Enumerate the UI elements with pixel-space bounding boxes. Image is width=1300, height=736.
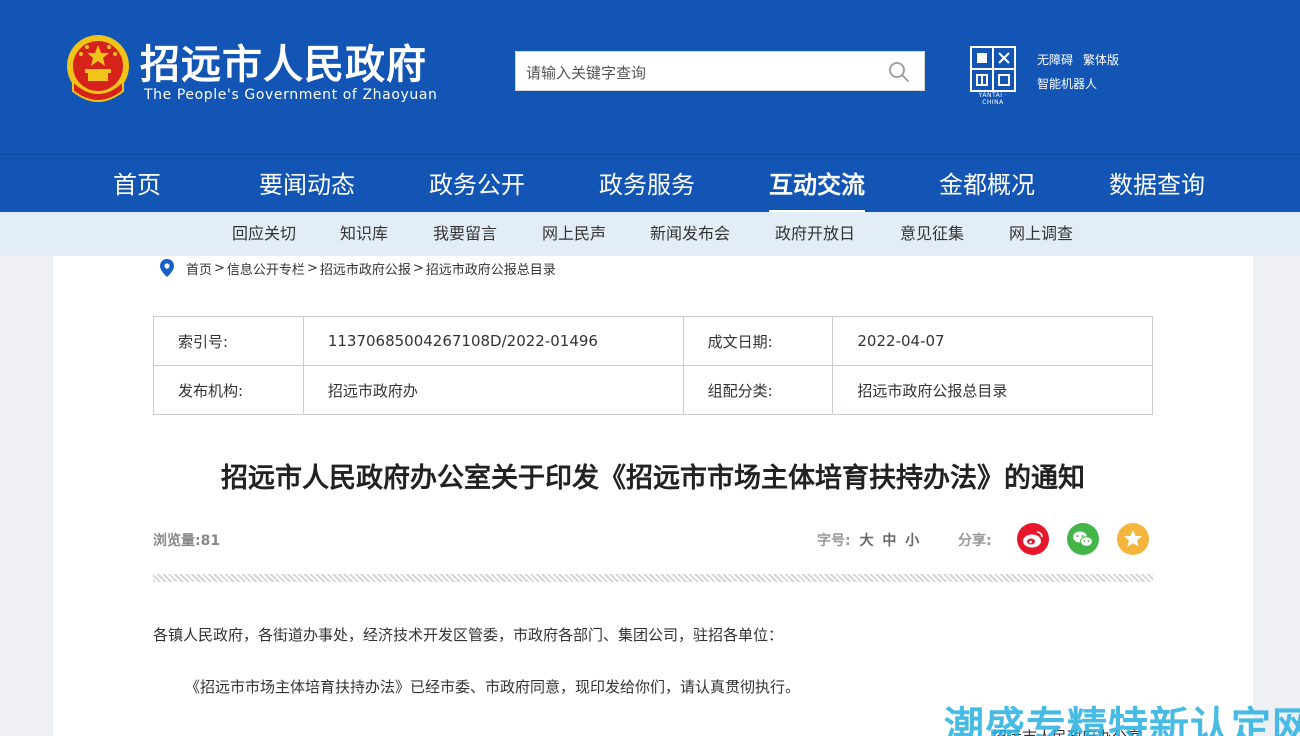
breadcrumb-separator: > (412, 260, 424, 276)
issue-date-value: 2022-04-07 (832, 316, 1153, 366)
font-size-control: 字号: 大 中 小 (817, 530, 919, 550)
header-tools: 无障碍 繁体版 智能机器人 (1037, 48, 1119, 94)
hatched-divider (153, 574, 1153, 582)
wechat-share-button[interactable] (1067, 523, 1099, 555)
nav-item-services[interactable]: 政务服务 (599, 155, 695, 213)
search-icon[interactable] (888, 61, 910, 83)
publisher-value: 招远市政府办 (302, 365, 684, 415)
index-number-value: 11370685004267108D/2022-01496 (302, 316, 684, 366)
site-header: 招远市人民政府 The People's Government of Zhaoy… (0, 0, 1300, 154)
nav-item-open-government[interactable]: 政务公开 (429, 155, 525, 213)
breadcrumb-separator: > (306, 260, 318, 276)
font-size-label: 字号: (817, 533, 851, 549)
subnav-item-responses[interactable]: 回应关切 (232, 212, 296, 256)
share-label: 分享: (958, 533, 992, 549)
subnav-item-open-day[interactable]: 政府开放日 (775, 212, 855, 256)
weibo-share-button[interactable] (1017, 523, 1049, 555)
site-subtitle: The People's Government of Zhaoyuan (144, 87, 438, 103)
nav-item-home[interactable]: 首页 (113, 155, 161, 213)
weibo-icon (1023, 531, 1043, 548)
city-logo-caption: YANTAI · CHINA (978, 92, 1008, 106)
view-count: 浏览量:81 (153, 533, 221, 549)
issue-date-label: 成文日期: (682, 316, 834, 366)
breadcrumb-separator: > (214, 260, 225, 276)
favorite-share-button[interactable] (1117, 523, 1149, 555)
breadcrumb: 首页 > 信息公开专栏 > 招远市政府公报 > 招远市政府公报总目录 (160, 258, 556, 278)
nav-item-news[interactable]: 要闻动态 (259, 155, 355, 213)
nav-item-data-query[interactable]: 数据查询 (1109, 155, 1205, 213)
search-box[interactable]: 请输入关键字查询 (515, 51, 925, 91)
article-info-bar: 浏览量:81 字号: 大 中 小 分享: (153, 522, 1153, 558)
wechat-icon (1073, 531, 1093, 547)
article-paragraph: 各镇人民政府，各街道办事处，经济技术开发区管委，市政府各部门、集团公司，驻招各单… (153, 626, 784, 644)
breadcrumb-home[interactable]: 首页 (186, 259, 212, 278)
publisher-label: 发布机构: (153, 365, 304, 415)
index-number-label: 索引号: (153, 316, 304, 366)
main-nav: 首页 要闻动态 政务公开 政务服务 互动交流 金都概况 数据查询 (0, 154, 1300, 213)
subnav-item-knowledge-base[interactable]: 知识库 (340, 212, 388, 256)
watermark-text: 潮盛专精特新认定网 (944, 704, 1300, 736)
font-size-medium[interactable]: 中 (882, 533, 896, 549)
yantai-china-logo-icon (970, 46, 1016, 92)
breadcrumb-gazette-index[interactable]: 招远市政府公报总目录 (426, 259, 556, 278)
search-input[interactable]: 请输入关键字查询 (526, 62, 646, 83)
location-pin-icon (160, 259, 174, 277)
site-title: 招远市人民政府 (140, 42, 427, 88)
article-paragraph: 《招远市市场主体培育扶持办法》已经市委、市政府同意，现印发给你们，请认真贯彻执行… (185, 678, 801, 696)
font-size-small[interactable]: 小 (905, 533, 919, 549)
subnav-item-leave-message[interactable]: 我要留言 (433, 212, 497, 256)
category-value: 招远市政府公报总目录 (832, 365, 1153, 415)
sub-nav: 回应关切 知识库 我要留言 网上民声 新闻发布会 政府开放日 意见征集 网上调查 (0, 212, 1300, 256)
national-emblem-icon (67, 35, 129, 102)
traditional-chinese-link[interactable]: 繁体版 (1083, 51, 1119, 68)
breadcrumb-info-column[interactable]: 信息公开专栏 (227, 259, 305, 278)
subnav-item-public-voice[interactable]: 网上民声 (542, 212, 606, 256)
article-title: 招远市人民政府办公室关于印发《招远市市场主体培育扶持办法》的通知 (221, 463, 1085, 494)
favorite-icon (1124, 530, 1142, 547)
document-metadata-table: 索引号: 11370685004267108D/2022-01496 成文日期:… (153, 316, 1153, 415)
category-label: 组配分类: (682, 365, 834, 415)
subnav-item-online-survey[interactable]: 网上调查 (1009, 212, 1073, 256)
nav-item-overview[interactable]: 金都概况 (939, 155, 1035, 213)
nav-item-interaction[interactable]: 互动交流 (769, 155, 865, 213)
font-size-large[interactable]: 大 (859, 533, 873, 549)
accessibility-link[interactable]: 无障碍 (1037, 51, 1073, 68)
subnav-item-opinion-collection[interactable]: 意见征集 (900, 212, 964, 256)
breadcrumb-gazette[interactable]: 招远市政府公报 (320, 259, 411, 278)
subnav-item-press-conference[interactable]: 新闻发布会 (650, 212, 730, 256)
smart-robot-link[interactable]: 智能机器人 (1037, 75, 1097, 92)
